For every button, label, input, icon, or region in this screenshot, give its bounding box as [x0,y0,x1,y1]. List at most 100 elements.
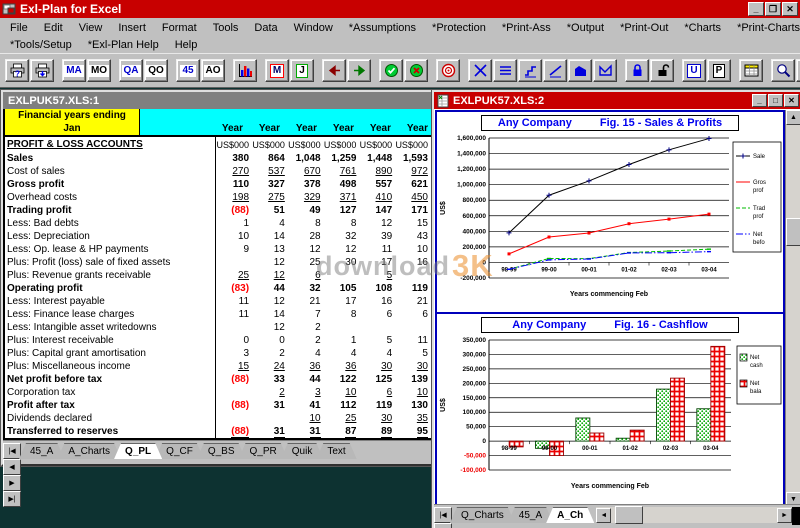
cell[interactable]: 8 [288,217,324,230]
cell[interactable]: 498 [324,178,360,191]
cashflow-chart[interactable]: Any Company Fig. 16 - Cashflow -100,000-… [437,317,783,507]
row-label[interactable]: Cost of sales [5,165,216,178]
cell[interactable]: 16 [395,256,431,269]
menu-printout[interactable]: *Print-Out [612,22,676,34]
cell[interactable] [252,412,288,425]
cell[interactable]: 12 [252,269,288,282]
cell[interactable] [216,412,252,425]
row-label[interactable]: Profit after tax [5,399,216,412]
cell[interactable]: 35 [395,412,431,425]
cell[interactable]: (83) [216,282,252,295]
window2-titlebar[interactable]: EXLPUK57.XLS:2 _ □ ✕ [434,92,800,109]
menu-printcharts[interactable]: *Print-Charts [729,22,800,34]
cell[interactable]: 198 [216,191,252,204]
cell[interactable]: (88) [216,373,252,386]
cell[interactable]: 8 [324,217,360,230]
menu-charts[interactable]: *Charts [676,22,729,34]
sheet-tab-45_a[interactable]: 45_A [508,507,553,523]
cell[interactable]: 30 [359,412,395,425]
scroll-left-button[interactable]: ◄ [596,508,611,523]
cell[interactable]: 450 [395,191,431,204]
cell[interactable]: 6 [395,308,431,321]
tab-first-button[interactable]: |◀ [434,507,452,523]
year-header-cell[interactable]: Year [394,122,431,135]
cell[interactable]: 139 [395,373,431,386]
vertical-scrollbar[interactable]: ▲ ▼ [785,110,800,507]
cell[interactable]: 12 [252,295,288,308]
cell[interactable]: 36 [324,360,360,373]
menu-data[interactable]: Data [246,22,285,34]
units-cell[interactable]: US$000 [288,140,324,150]
cell[interactable]: 110 [216,178,252,191]
cancel-icon[interactable] [404,59,428,82]
cell[interactable]: 10 [288,412,324,425]
cell[interactable]: 3 [216,347,252,360]
lock-open-icon[interactable] [650,59,674,82]
menu-file[interactable]: File [2,22,36,34]
menu-output[interactable]: *Output [559,22,612,34]
quarterly-output-button[interactable]: QO [144,59,168,82]
menu-insert[interactable]: Insert [110,22,154,34]
cell[interactable]: 1,448 [359,152,395,165]
cell[interactable]: 761 [324,165,360,178]
window2-minimize-button[interactable]: _ [752,94,767,107]
cell[interactable]: 36 [288,360,324,373]
cell[interactable]: 890 [359,165,395,178]
p-button[interactable]: P [707,59,731,82]
vertical-scroll-thumb[interactable] [786,218,800,246]
cell[interactable]: 108 [359,282,395,295]
horizontal-scroll-thumb[interactable] [615,506,643,524]
cell[interactable]: 95 [395,425,431,438]
row-label[interactable]: Dividends declared [5,412,216,425]
cell[interactable]: 30 [359,360,395,373]
cell[interactable]: 5 [359,334,395,347]
cell[interactable]: 51 [252,204,288,217]
tab-first-button[interactable]: |◀ [3,443,21,459]
cell[interactable]: 119 [359,399,395,412]
cell[interactable]: 12 [252,256,288,269]
cell[interactable] [359,321,395,334]
monthly-assumptions-button[interactable]: MA [62,59,86,82]
print-send-icon[interactable] [30,59,54,82]
units-cell[interactable]: US$000 [359,140,395,150]
cell[interactable]: 14 [252,308,288,321]
cell[interactable]: 12 [359,217,395,230]
window2-close-button[interactable]: ✕ [784,94,799,107]
cell[interactable]: 270 [216,165,252,178]
row-label[interactable]: Less: Finance lease charges [5,308,216,321]
cell[interactable]: 11 [359,243,395,256]
cell[interactable]: 44 [288,373,324,386]
menu-edit[interactable]: Edit [36,22,71,34]
u-button[interactable]: U [682,59,706,82]
cell[interactable]: (88) [216,399,252,412]
cell[interactable]: 6 [288,269,324,282]
arrow-left-icon[interactable] [322,59,346,82]
cell[interactable]: 11 [216,308,252,321]
cell[interactable]: 15 [216,360,252,373]
cell[interactable]: 2 [288,334,324,347]
sales-profits-chart[interactable]: Any Company Fig. 15 - Sales & Profits -2… [437,115,783,314]
units-cell[interactable]: US$000 [216,140,252,150]
row-label[interactable]: Overhead costs [5,191,216,204]
year-header-cell[interactable]: Year [209,122,246,135]
m-button[interactable]: M [265,59,289,82]
year-header-cell[interactable]: Year [320,122,357,135]
cell[interactable]: 9 [216,243,252,256]
resize-corner[interactable] [792,507,800,525]
sheet-tab-a_charts[interactable]: A_Charts [57,443,121,459]
row-label[interactable]: Plus: Miscellaneous income [5,360,216,373]
cell[interactable]: 112 [324,399,360,412]
cell[interactable]: 329 [288,191,324,204]
row-label[interactable]: Less: Interest payable [5,295,216,308]
cell[interactable]: 17 [359,256,395,269]
cell[interactable]: 6 [359,386,395,399]
chart-lines-icon[interactable] [493,59,517,82]
cell[interactable]: 16 [359,295,395,308]
cell[interactable]: 24 [252,360,288,373]
row-label[interactable]: Operating profit [5,282,216,295]
tab-last-button[interactable]: ▶| [3,491,21,507]
tab-next-button[interactable]: ▶ [3,475,21,491]
cell[interactable]: 5 [359,269,395,282]
cell[interactable]: 621 [395,178,431,191]
row-label[interactable]: Trading profit [5,204,216,217]
